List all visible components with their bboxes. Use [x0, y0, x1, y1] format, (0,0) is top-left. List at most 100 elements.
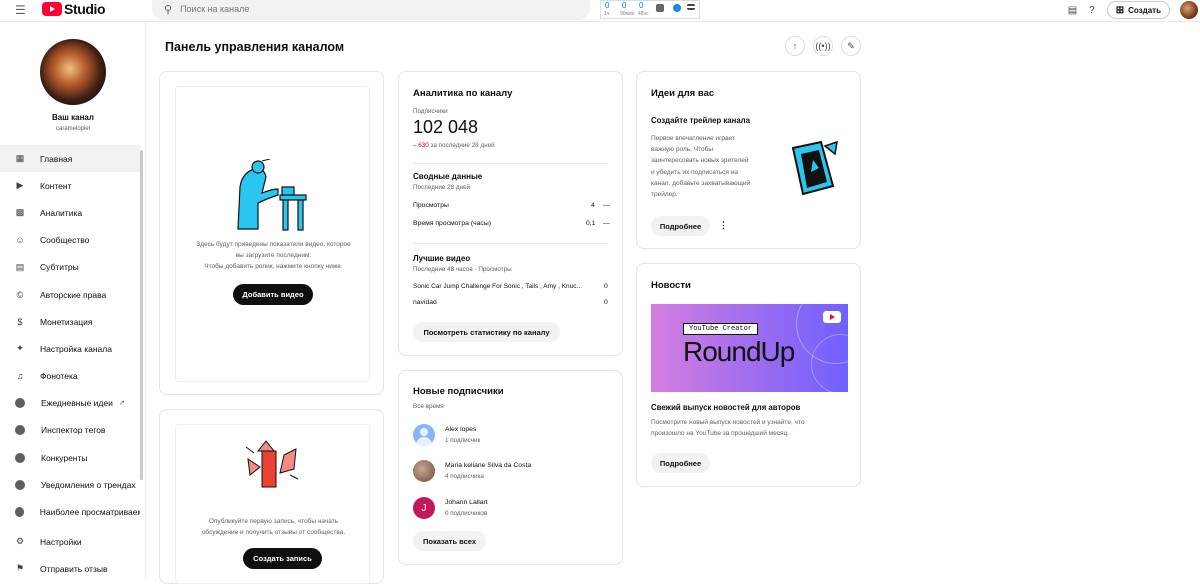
sidebar-item-audio-library[interactable]: ♫ Фонотека	[0, 363, 140, 390]
upload-text-line: вы загрузите последним.	[235, 252, 312, 259]
subscriber-avatar[interactable]	[413, 460, 435, 482]
subscriber-avatar[interactable]	[413, 424, 435, 446]
subscribers-title: Новые подписчики	[413, 386, 504, 397]
extension-icon	[15, 507, 24, 518]
sidebar-item-copyright[interactable]: © Авторские права	[0, 281, 140, 308]
menu-icon[interactable]: ☰	[15, 3, 26, 17]
analytics-icon: ▩	[15, 207, 25, 218]
dashboard-icon: ▦	[15, 153, 25, 164]
divider	[413, 243, 608, 244]
search-bar[interactable]: ⚲	[152, 0, 590, 20]
studio-logo[interactable]: Studio	[42, 1, 106, 17]
news-more-button[interactable]: Подробнее	[651, 453, 710, 473]
ext-counter-3: 0	[639, 1, 644, 10]
more-options-icon[interactable]: ⋮	[719, 220, 728, 231]
sidebar-item-monetization[interactable]: $ Монетизация	[0, 308, 140, 335]
sidebar-item-analytics[interactable]: ▩ Аналитика	[0, 199, 140, 226]
ext-image-icon[interactable]	[656, 4, 664, 12]
create-post-card-button[interactable]: Создать запись	[243, 548, 322, 569]
help-icon[interactable]: ?	[1089, 5, 1095, 16]
audio-library-icon: ♫	[16, 371, 24, 382]
create-button[interactable]: ⊞ Создать	[1106, 1, 1170, 19]
post-text: Опубликуйте первую запись, чтобы начать …	[176, 516, 371, 538]
ideas-title: Идеи для вас	[651, 88, 715, 99]
megaphone-illustration	[245, 440, 299, 488]
news-card: Новости YouTube Creator RoundUp Свежий в…	[636, 263, 861, 487]
news-text: Посмотрите новый выпуск новостей и узнай…	[651, 417, 804, 439]
sidebar-item-customization[interactable]: ✦ Настройка канала	[0, 335, 140, 362]
extension-widget[interactable]: 0 0 0 1ч 90мин 48чс	[600, 0, 700, 19]
ext-label-3: 48чс	[638, 11, 649, 17]
extension-icon	[15, 479, 25, 490]
monetization-icon: $	[17, 316, 23, 327]
sidebar-item-label: Ежедневные идеи	[41, 398, 113, 409]
create-post-button[interactable]: ✎	[841, 36, 861, 56]
subscriber-count: 1 подписчик	[445, 437, 481, 444]
upload-text-line: Здесь будут приведены показатели видео, …	[196, 241, 351, 248]
community-post-panel: Опубликуйте первую запись, чтобы начать …	[175, 424, 370, 584]
community-post-card: Опубликуйте первую запись, чтобы начать …	[159, 409, 384, 584]
subscriber-name[interactable]: Johann Lallart	[445, 499, 488, 506]
create-label: Создать	[1128, 5, 1161, 15]
show-all-subscribers-button[interactable]: Показать всех	[413, 531, 486, 551]
go-live-button[interactable]: ((•))	[813, 36, 833, 56]
sidebar-scrollbar[interactable]	[140, 150, 143, 480]
page-title: Панель управления каналом	[165, 40, 345, 54]
sidebar-item-label: Субтитры	[40, 262, 79, 273]
news-banner[interactable]: YouTube Creator RoundUp	[651, 304, 848, 392]
news-text-line: Посмотрите новый выпуск новостей и узнай…	[651, 419, 805, 426]
ext-menu-icon[interactable]	[687, 4, 695, 10]
subscriber-name[interactable]: Alex lopes	[445, 426, 476, 433]
sidebar-item-content[interactable]: ▶ Контент	[0, 172, 140, 199]
sidebar-item-trend-alerts[interactable]: Уведомления о трендах	[0, 471, 140, 498]
search-input[interactable]	[180, 4, 561, 14]
ext-label-1: 1ч	[604, 11, 610, 17]
sidebar-item-daily-ideas[interactable]: Ежедневные идеи ↗	[0, 390, 140, 417]
ext-circle-icon[interactable]	[673, 4, 681, 12]
sidebar-item-label: Инспектор тегов	[41, 425, 106, 436]
external-link-icon: ↗	[118, 400, 125, 408]
ideas-more-button[interactable]: Подробнее	[651, 216, 710, 236]
sidebar-item-tag-inspector[interactable]: Инспектор тегов	[0, 417, 140, 444]
account-avatar[interactable]	[1180, 1, 1198, 19]
divider	[413, 163, 608, 164]
watch-time-label: Время просмотра (часы)	[413, 220, 491, 227]
channel-avatar[interactable]	[40, 39, 106, 105]
watch-time-trend: —	[603, 220, 610, 227]
top-videos-period: Последние 48 часов · Просмотры	[413, 266, 512, 273]
add-video-button[interactable]: Добавить видео	[233, 284, 313, 305]
subscriber-count: 4 подписчика	[445, 473, 484, 480]
captions-icon[interactable]: ▤	[1068, 5, 1077, 16]
sidebar-item-label: Монетизация	[40, 316, 93, 327]
sidebar-item-settings[interactable]: ⚙ Настройки	[0, 528, 140, 555]
upload-text: Здесь будут приведены показатели видео, …	[176, 239, 371, 272]
edit-icon: ✎	[847, 40, 855, 51]
upload-button[interactable]: ↑	[785, 36, 805, 56]
sidebar-item-label: Фонотека	[40, 371, 78, 382]
ideas-text-line: заинтересовать новых зрителей	[651, 157, 749, 165]
subscriber-avatar[interactable]: J	[413, 497, 435, 519]
sidebar-item-label: Конкуренты	[41, 452, 88, 463]
sidebar-item-dashboard[interactable]: ▦ Главная	[0, 145, 140, 173]
search-icon[interactable]: ⚲	[164, 3, 172, 16]
analytics-title: Аналитика по каналу	[413, 88, 513, 99]
create-plus-icon: ⊞	[1115, 4, 1125, 16]
trailer-illustration	[791, 140, 838, 196]
top-video-title[interactable]: navidad	[413, 299, 437, 306]
sidebar-item-label: Настройка канала	[40, 343, 112, 354]
sidebar-item-feedback[interactable]: ⚑ Отправить отзыв	[0, 555, 140, 582]
copyright-icon: ©	[16, 289, 24, 300]
sidebar-item-label: Наиболее просматриваемые	[39, 507, 140, 518]
subscriber-name[interactable]: Maria keliane Silva da Costa	[445, 462, 531, 469]
banner-tag: YouTube Creator	[683, 323, 759, 335]
ideas-text-line: и убедить их подписаться на	[651, 168, 738, 176]
top-video-title[interactable]: Sonic Car Jump Challenge For Sonic , Tai…	[413, 283, 603, 290]
sidebar-item-subtitles[interactable]: ▤ Субтитры	[0, 254, 140, 281]
sidebar-item-community[interactable]: ☺ Сообщество	[0, 227, 140, 254]
sidebar-item-most-viewed[interactable]: Наиболее просматриваемые	[0, 498, 140, 525]
sidebar-item-label: Главная	[40, 153, 73, 164]
sidebar-item-competitors[interactable]: Конкуренты	[0, 444, 140, 471]
extension-icon	[15, 425, 25, 436]
view-channel-analytics-button[interactable]: Посмотреть статистику по каналу	[413, 322, 560, 342]
sidebar-bottom-nav: ⚙ Настройки ⚑ Отправить отзыв	[0, 528, 140, 582]
